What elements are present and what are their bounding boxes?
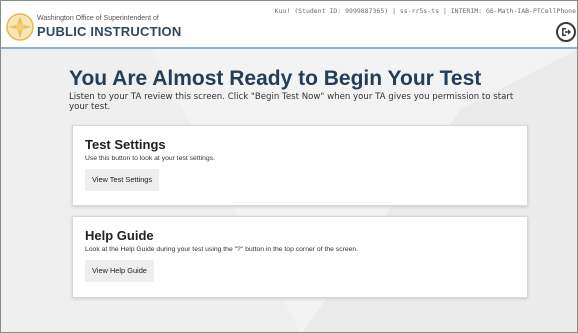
- ospi-logo-icon: [6, 13, 34, 41]
- test-settings-card: Test Settings Use this button to look at…: [72, 125, 528, 206]
- exit-button[interactable]: [556, 22, 576, 42]
- exit-icon: [562, 28, 571, 36]
- app-window: Washington Office of Superintendent of P…: [0, 0, 578, 333]
- view-test-settings-button[interactable]: View Test Settings: [85, 169, 160, 191]
- agency-name-line2: PUBLIC INSTRUCTION: [37, 24, 182, 39]
- main-content: You Are Almost Ready to Begin Your Test …: [1, 49, 577, 332]
- test-settings-title: Test Settings: [85, 137, 166, 152]
- help-guide-title: Help Guide: [85, 228, 154, 243]
- test-settings-description: Use this button to look at your test set…: [85, 155, 215, 162]
- help-guide-card: Help Guide Look at the Help Guide during…: [72, 216, 528, 298]
- top-banner: Washington Office of Superintendent of P…: [1, 1, 577, 49]
- help-guide-description: Look at the Help Guide during your test …: [85, 246, 359, 253]
- agency-name-line1: Washington Office of Superintendent of: [37, 15, 159, 22]
- instructions-text: Listen to your TA review this screen. Cl…: [69, 92, 514, 112]
- view-help-guide-button[interactable]: View Help Guide: [85, 260, 154, 282]
- session-info: Kuu! (Student ID: 9999887365) | ss-rr5s-…: [274, 7, 576, 15]
- page-title: You Are Almost Ready to Begin Your Test: [69, 67, 482, 90]
